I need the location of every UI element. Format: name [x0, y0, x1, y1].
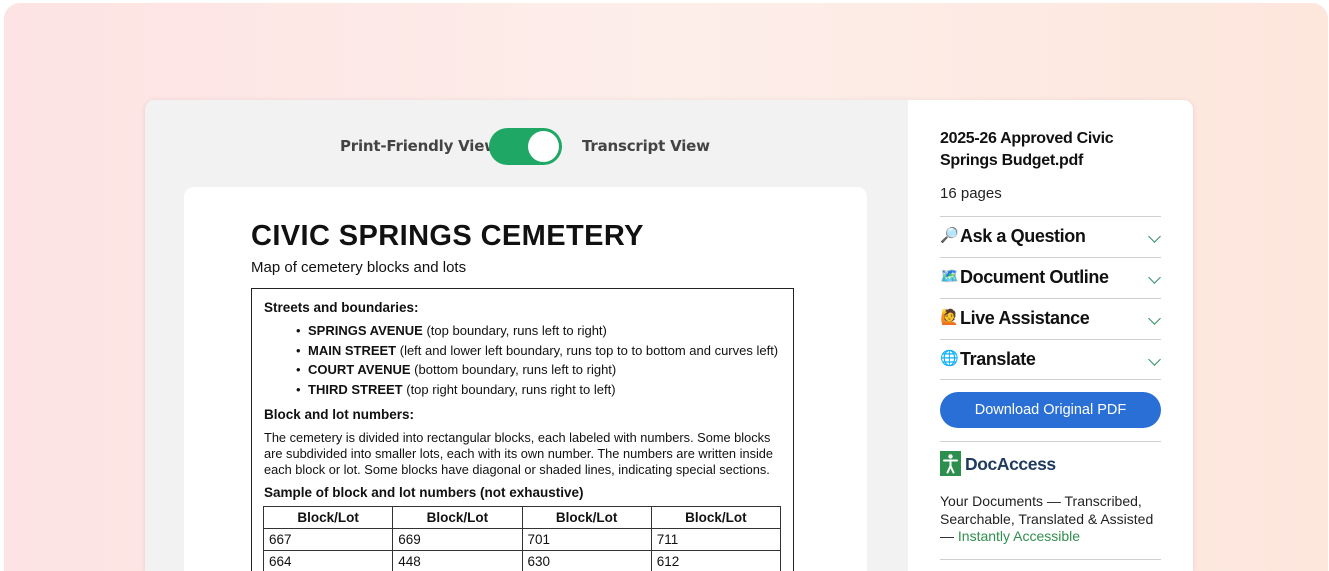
- lot-table: Block/Lot Block/Lot Block/Lot Block/Lot …: [262, 506, 782, 571]
- table-cell: 630: [521, 550, 652, 571]
- street-description: (top boundary, runs left to right): [422, 323, 607, 338]
- file-title: 2025-26 Approved Civic Springs Budget.pd…: [940, 130, 1114, 169]
- print-friendly-view-label[interactable]: Print-Friendly View: [340, 137, 498, 155]
- brand-name: DocAccess: [965, 454, 1056, 474]
- street-description: (bottom boundary, runs left to right): [410, 362, 617, 377]
- document-pane: Print-Friendly View Transcript View CIVI…: [145, 100, 908, 571]
- table-header: Block/Lot: [521, 506, 652, 529]
- street-name: COURT AVENUE: [308, 362, 411, 377]
- street-item: THIRD STREET (top right boundary, runs r…: [296, 380, 778, 400]
- chevron-down-icon: [1148, 271, 1161, 284]
- divider: [940, 441, 1161, 442]
- table-header: Block/Lot: [262, 506, 394, 529]
- table-cell: 667: [262, 528, 394, 551]
- accordion-label: Ask a Question: [960, 226, 1086, 246]
- accordion-ask-a-question[interactable]: 🔎 Ask a Question: [940, 217, 1161, 257]
- street-description: (left and lower left boundary, runs top …: [396, 342, 779, 358]
- table-header: Block/Lot: [392, 506, 523, 529]
- download-original-pdf-button[interactable]: Download Original PDF: [940, 392, 1161, 428]
- magnifier-icon: 🔎: [940, 227, 959, 244]
- document-subtitle: Map of cemetery blocks and lots: [251, 259, 467, 276]
- accordion-label: Translate: [960, 349, 1036, 369]
- lots-heading: Block and lot numbers:: [264, 407, 415, 422]
- page-count: 16 pages: [940, 185, 1002, 202]
- assistant-icon: 🙋: [940, 309, 959, 326]
- street-item: SPRINGS AVENUE (top boundary, runs left …: [296, 321, 778, 341]
- table-cell: 701: [521, 528, 652, 551]
- instantly-accessible-link[interactable]: Instantly Accessible: [958, 528, 1080, 544]
- accessibility-icon: [940, 451, 961, 476]
- divider: [940, 559, 1161, 560]
- accordion-translate[interactable]: 🌐 Translate: [940, 340, 1161, 380]
- table-header-row: Block/Lot Block/Lot Block/Lot Block/Lot: [262, 506, 782, 529]
- street-item: MAIN STREET (left and lower left boundar…: [296, 341, 778, 361]
- table-row: 664 448 630 612: [262, 550, 782, 571]
- table-cell: 448: [392, 550, 523, 571]
- street-name: MAIN STREET: [308, 342, 397, 358]
- viewer-card: Print-Friendly View Transcript View CIVI…: [145, 100, 1193, 571]
- document-page: CIVIC SPRINGS CEMETERY Map of cemetery b…: [184, 187, 867, 571]
- chevron-down-icon: [1148, 230, 1161, 243]
- street-item: COURT AVENUE (bottom boundary, runs left…: [296, 360, 778, 380]
- chevron-down-icon: [1148, 353, 1161, 366]
- table-cell: 612: [650, 550, 782, 571]
- table-row: 667 669 701 711: [262, 528, 782, 551]
- lots-paragraph: The cemetery is divided into rectangular…: [264, 430, 774, 477]
- chevron-down-icon: [1148, 312, 1161, 325]
- street-description: (top right boundary, runs right to left): [402, 381, 616, 397]
- map-icon: 🗺️: [940, 268, 959, 285]
- streets-list: SPRINGS AVENUE (top boundary, runs left …: [296, 321, 778, 399]
- table-cell: 664: [262, 550, 394, 571]
- transcript-view-label[interactable]: Transcript View: [582, 137, 710, 155]
- toggle-knob: [528, 131, 559, 162]
- divider: [940, 379, 1161, 380]
- view-toggle-switch[interactable]: [489, 128, 562, 165]
- table-cell: 711: [650, 528, 782, 551]
- accordion-label: Live Assistance: [960, 308, 1090, 328]
- table-header: Block/Lot: [650, 506, 782, 529]
- tagline: Your Documents — Transcribed, Searchable…: [940, 493, 1161, 546]
- street-name: THIRD STREET: [308, 381, 403, 397]
- street-name: SPRINGS AVENUE: [308, 323, 423, 338]
- view-toggle-row: Print-Friendly View Transcript View: [145, 126, 908, 166]
- sidebar: 2025-26 Approved Civic Springs Budget.pd…: [908, 100, 1193, 571]
- document-content-box: Streets and boundaries: SPRINGS AVENUE (…: [251, 288, 794, 571]
- accordion-document-outline[interactable]: 🗺️ Document Outline: [940, 258, 1161, 298]
- table-cell: 669: [392, 528, 523, 551]
- sample-heading: Sample of block and lot numbers (not exh…: [264, 485, 584, 500]
- accordion-label: Document Outline: [960, 267, 1109, 287]
- document-title: CIVIC SPRINGS CEMETERY: [251, 220, 644, 252]
- streets-heading: Streets and boundaries:: [264, 300, 419, 315]
- globe-icon: 🌐: [940, 350, 959, 367]
- accordion-live-assistance[interactable]: 🙋 Live Assistance: [940, 299, 1161, 339]
